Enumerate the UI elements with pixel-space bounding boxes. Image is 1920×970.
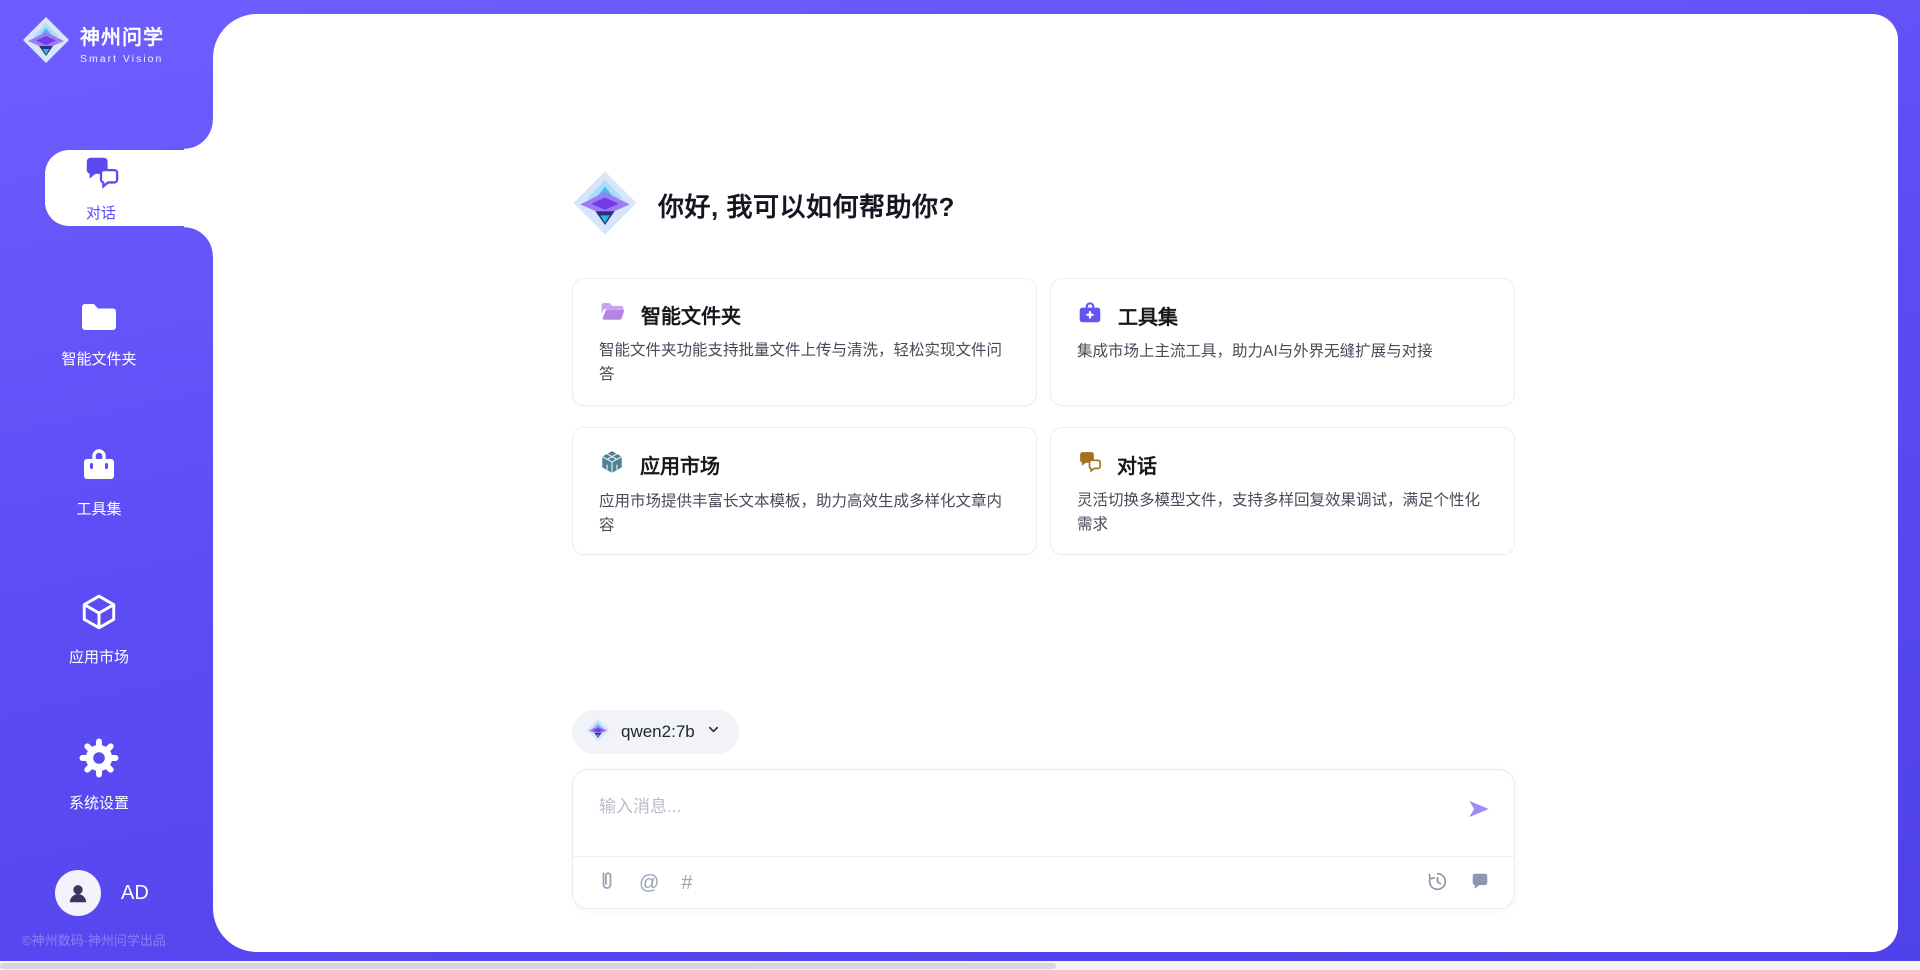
feature-card-app-market[interactable]: 应用市场 应用市场提供丰富长文本模板，助力高效生成多样化文章内容	[572, 427, 1037, 555]
send-button[interactable]	[1466, 796, 1492, 825]
hash-icon: #	[681, 873, 692, 893]
tab-curve-top	[184, 120, 214, 150]
feature-card-toolset[interactable]: 工具集 集成市场上主流工具，助力AI与外界无缝扩展与对接	[1050, 278, 1515, 406]
sidebar-item-label: 应用市场	[69, 646, 129, 667]
message-input[interactable]	[573, 770, 1393, 832]
briefcase-icon	[79, 448, 119, 489]
chevron-down-icon	[706, 722, 721, 742]
card-title: 对话	[1117, 450, 1157, 479]
chat-bubble-icon	[1470, 871, 1490, 894]
sidebar-item-label: 工具集	[76, 498, 121, 519]
card-title: 智能文件夹	[641, 300, 741, 329]
app-title: 神州问学	[80, 21, 164, 50]
attach-button[interactable]	[597, 870, 617, 895]
greeting-text: 你好, 我可以如何帮助你?	[658, 187, 955, 224]
composer: @ #	[572, 769, 1515, 909]
sidebar-item-toolset[interactable]: 工具集	[0, 448, 198, 519]
sidebar-item-label: 系统设置	[69, 792, 129, 813]
briefcase-icon	[1077, 300, 1103, 330]
gear-icon	[79, 738, 119, 783]
model-selector[interactable]: qwen2:7b	[572, 710, 739, 754]
mention-button[interactable]: @	[639, 873, 659, 893]
chat-icon	[1077, 449, 1102, 479]
user-name: AD	[121, 882, 149, 905]
greeting-block: 你好, 我可以如何帮助你?	[572, 165, 1515, 245]
cube-icon	[79, 592, 119, 637]
sidebar-item-label: 对话	[86, 202, 116, 223]
horizontal-scrollbar[interactable]	[0, 961, 1920, 970]
feature-card-chat[interactable]: 对话 灵活切换多模型文件，支持多样回复效果调试，满足个性化需求	[1050, 427, 1515, 555]
sidebar-item-settings[interactable]: 系统设置	[0, 738, 198, 813]
composer-toolbar: @ #	[573, 856, 1514, 908]
user-menu[interactable]: AD	[55, 870, 149, 916]
sidebar-item-smart-folder[interactable]: 智能文件夹	[0, 300, 198, 369]
sidebar: 神州问学 Smart Vision 对话 智能文件夹	[0, 0, 213, 970]
avatar	[55, 870, 101, 916]
folder-icon	[79, 300, 119, 339]
chat-bubbles-icon	[82, 153, 120, 196]
app-logo: 神州问学 Smart Vision	[22, 16, 164, 69]
card-title: 应用市场	[640, 450, 720, 479]
diamond-logo-icon	[572, 170, 638, 241]
main-panel: 你好, 我可以如何帮助你? 智能文件夹 智能文件夹功能支持批量文件上传与清洗，轻…	[213, 14, 1898, 952]
quick-chat-button[interactable]	[1470, 871, 1490, 894]
paperclip-icon	[597, 870, 617, 895]
tab-curve-bottom	[184, 226, 214, 256]
card-title: 工具集	[1118, 301, 1178, 330]
history-clock-icon	[1427, 871, 1448, 895]
copyright-text: ©神州数码·神州问学出品	[22, 930, 166, 949]
sidebar-item-chat[interactable]: 对话	[45, 150, 213, 226]
sidebar-item-label: 智能文件夹	[61, 348, 136, 369]
card-desc: 集成市场上主流工具，助力AI与外界无缝扩展与对接	[1077, 340, 1488, 364]
model-name: qwen2:7b	[621, 722, 695, 742]
sidebar-item-app-market[interactable]: 应用市场	[0, 592, 198, 667]
feature-card-smart-folder[interactable]: 智能文件夹 智能文件夹功能支持批量文件上传与清洗，轻松实现文件问答	[572, 278, 1037, 406]
card-desc: 灵活切换多模型文件，支持多样回复效果调试，满足个性化需求	[1077, 489, 1488, 537]
hashtag-button[interactable]: #	[681, 873, 692, 893]
folder-open-icon	[599, 300, 626, 329]
history-button[interactable]	[1427, 871, 1448, 895]
card-desc: 应用市场提供丰富长文本模板，助力高效生成多样化文章内容	[599, 490, 1010, 538]
diamond-logo-icon	[22, 16, 70, 69]
feature-cards: 智能文件夹 智能文件夹功能支持批量文件上传与清洗，轻松实现文件问答 工具集	[572, 278, 1515, 555]
at-sign-icon: @	[639, 873, 659, 893]
app-subtitle: Smart Vision	[80, 53, 164, 65]
cube-grid-icon	[599, 449, 625, 480]
diamond-logo-icon	[586, 718, 610, 747]
card-desc: 智能文件夹功能支持批量文件上传与清洗，轻松实现文件问答	[599, 339, 1010, 387]
scrollbar-thumb[interactable]	[0, 963, 1056, 969]
send-icon	[1466, 810, 1492, 825]
